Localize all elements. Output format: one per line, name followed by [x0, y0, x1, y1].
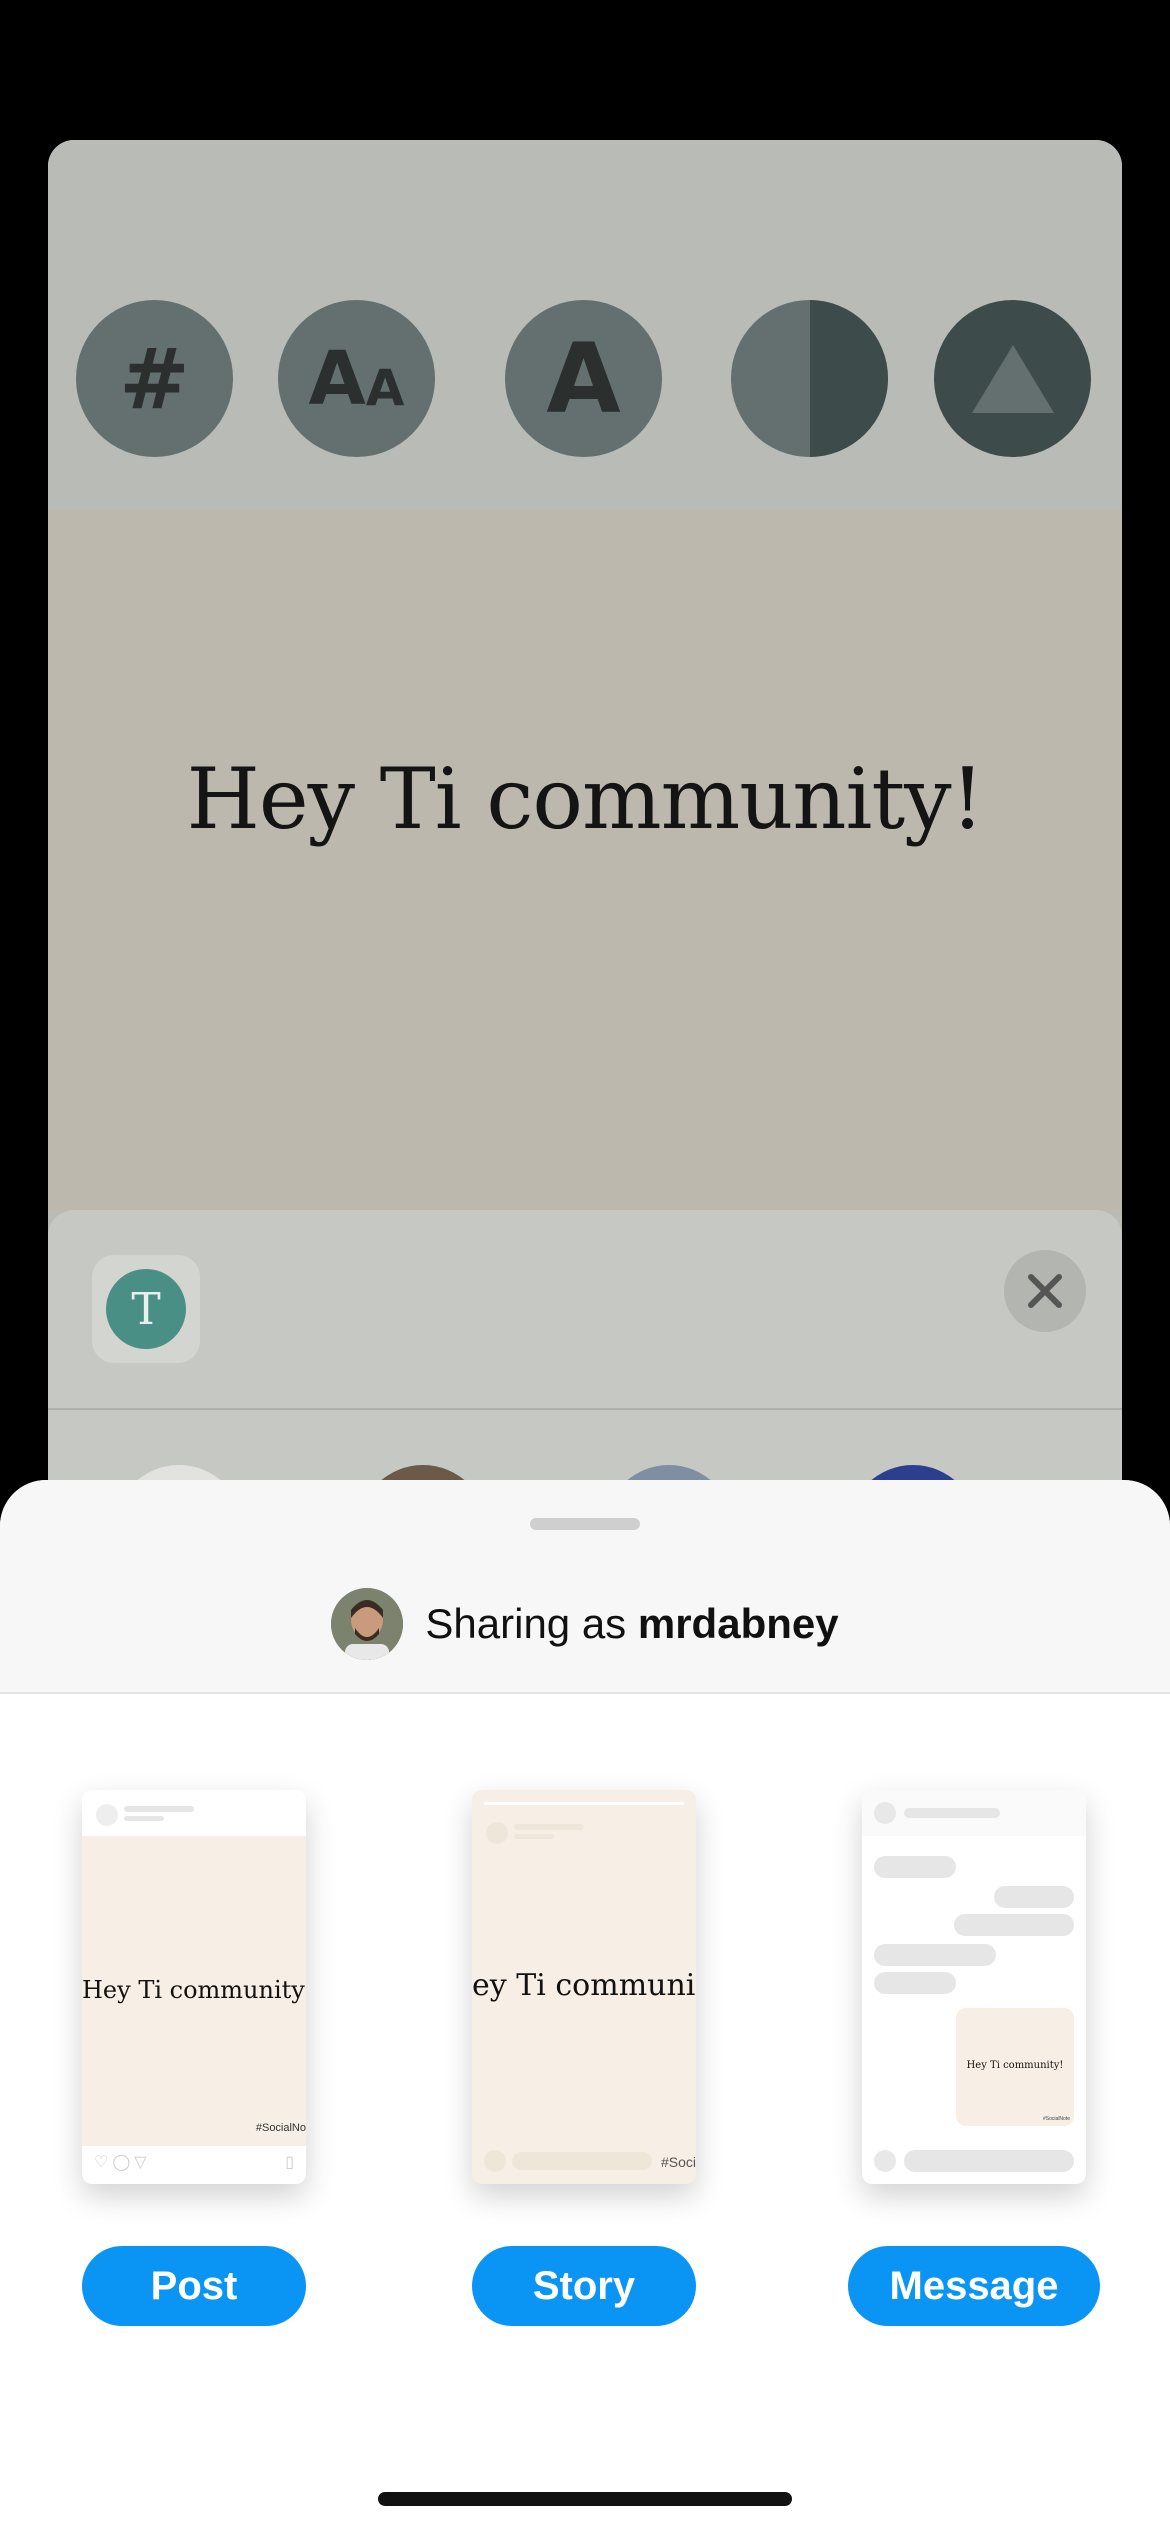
triangle-icon[interactable] — [934, 300, 1091, 457]
editor-card: # AA A Hey Ti community! T — [48, 140, 1122, 1560]
story-progress — [484, 1802, 684, 1805]
story-reply-avatar — [484, 2150, 506, 2172]
close-button[interactable] — [1004, 1250, 1086, 1332]
preview-avatar — [96, 1804, 118, 1826]
option-story: ey Ti communit #Soci Story — [472, 1790, 696, 2326]
bookmark-icon: ▯ — [285, 2154, 294, 2171]
story-reply-field — [512, 2152, 652, 2170]
font-style-icon[interactable]: A — [505, 300, 662, 457]
post-preview-text: Hey Ti community! — [82, 1976, 306, 2004]
message-bubble — [874, 1972, 956, 1994]
message-placeholder — [904, 1808, 1000, 1818]
message-input-field — [904, 2150, 1074, 2172]
post-preview-tag: #SocialNo — [255, 2122, 306, 2134]
contrast-icon[interactable] — [731, 300, 888, 457]
message-bubble — [874, 1856, 956, 1878]
share-sheet: Sharing as mrdabney Hey Ti community! #S… — [0, 1480, 1170, 2532]
font-style-glyph: A — [546, 322, 621, 435]
story-placeholder — [514, 1834, 554, 1839]
sharing-as-row: Sharing as mrdabney — [0, 1588, 1170, 1660]
font-size-glyph-large: A — [308, 335, 366, 422]
post-preview[interactable]: Hey Ti community! #SocialNo ♡◯▽ ▯ — [82, 1790, 306, 2184]
story-preview-tag: #Soci — [660, 2154, 696, 2170]
message-preview-tag: #SocialNote — [1043, 2116, 1070, 2122]
avatar-image — [331, 1588, 404, 1660]
sharing-as-label: Sharing as mrdabney — [425, 1600, 838, 1648]
story-avatar — [486, 1822, 508, 1844]
story-preview-text: ey Ti communit — [472, 1968, 696, 2003]
avatar — [331, 1588, 404, 1660]
contrast-dark-half — [809, 300, 888, 457]
message-preview[interactable]: Hey Ti community! #SocialNote — [862, 1790, 1086, 2184]
post-canvas: Hey Ti community! — [48, 510, 1122, 1210]
username: mrdabney — [637, 1600, 839, 1647]
app-icon-letter: T — [131, 1283, 161, 1335]
message-button[interactable]: Message — [848, 2246, 1100, 2326]
home-indicator — [378, 2492, 792, 2506]
font-size-icon[interactable]: AA — [278, 300, 435, 457]
story-preview[interactable]: ey Ti communit #Soci — [472, 1790, 696, 2184]
story-button[interactable]: Story — [472, 2246, 696, 2326]
message-bubble — [874, 1944, 996, 1966]
canvas-text: Hey Ti community! — [186, 750, 985, 848]
sheet-grabber[interactable] — [530, 1518, 640, 1530]
panel-divider — [48, 1408, 1122, 1410]
hashtag-icon[interactable]: # — [76, 300, 233, 457]
preview-placeholder — [124, 1816, 164, 1821]
post-button[interactable]: Post — [82, 2246, 306, 2326]
hashtag-glyph: # — [119, 329, 190, 428]
message-shared-post: Hey Ti community! #SocialNote — [956, 2008, 1074, 2126]
option-post: Hey Ti community! #SocialNo ♡◯▽ ▯ Post — [82, 1790, 306, 2326]
font-size-glyph-small: A — [365, 358, 405, 417]
story-placeholder — [514, 1824, 584, 1830]
sharing-prefix: Sharing as — [425, 1600, 627, 1647]
editor-toolbar: # AA A — [48, 140, 1122, 510]
preview-placeholder — [124, 1806, 194, 1812]
app-icon: T — [106, 1269, 186, 1349]
post-preview-image: Hey Ti community! #SocialNo — [82, 1836, 306, 2146]
message-bubble — [994, 1886, 1074, 1908]
sheet-header: Sharing as mrdabney — [0, 1480, 1170, 1694]
message-input-avatar — [874, 2150, 896, 2172]
message-bubble — [954, 1914, 1074, 1936]
close-icon — [1028, 1274, 1062, 1308]
message-preview-text: Hey Ti community! — [966, 2060, 1064, 2071]
message-avatar — [874, 1802, 896, 1824]
post-actions-icons: ♡◯▽ — [94, 2154, 151, 2171]
triangle-shape — [971, 344, 1054, 413]
option-message: Hey Ti community! #SocialNote Message — [848, 1790, 1100, 2326]
app-tile[interactable]: T — [92, 1255, 200, 1363]
